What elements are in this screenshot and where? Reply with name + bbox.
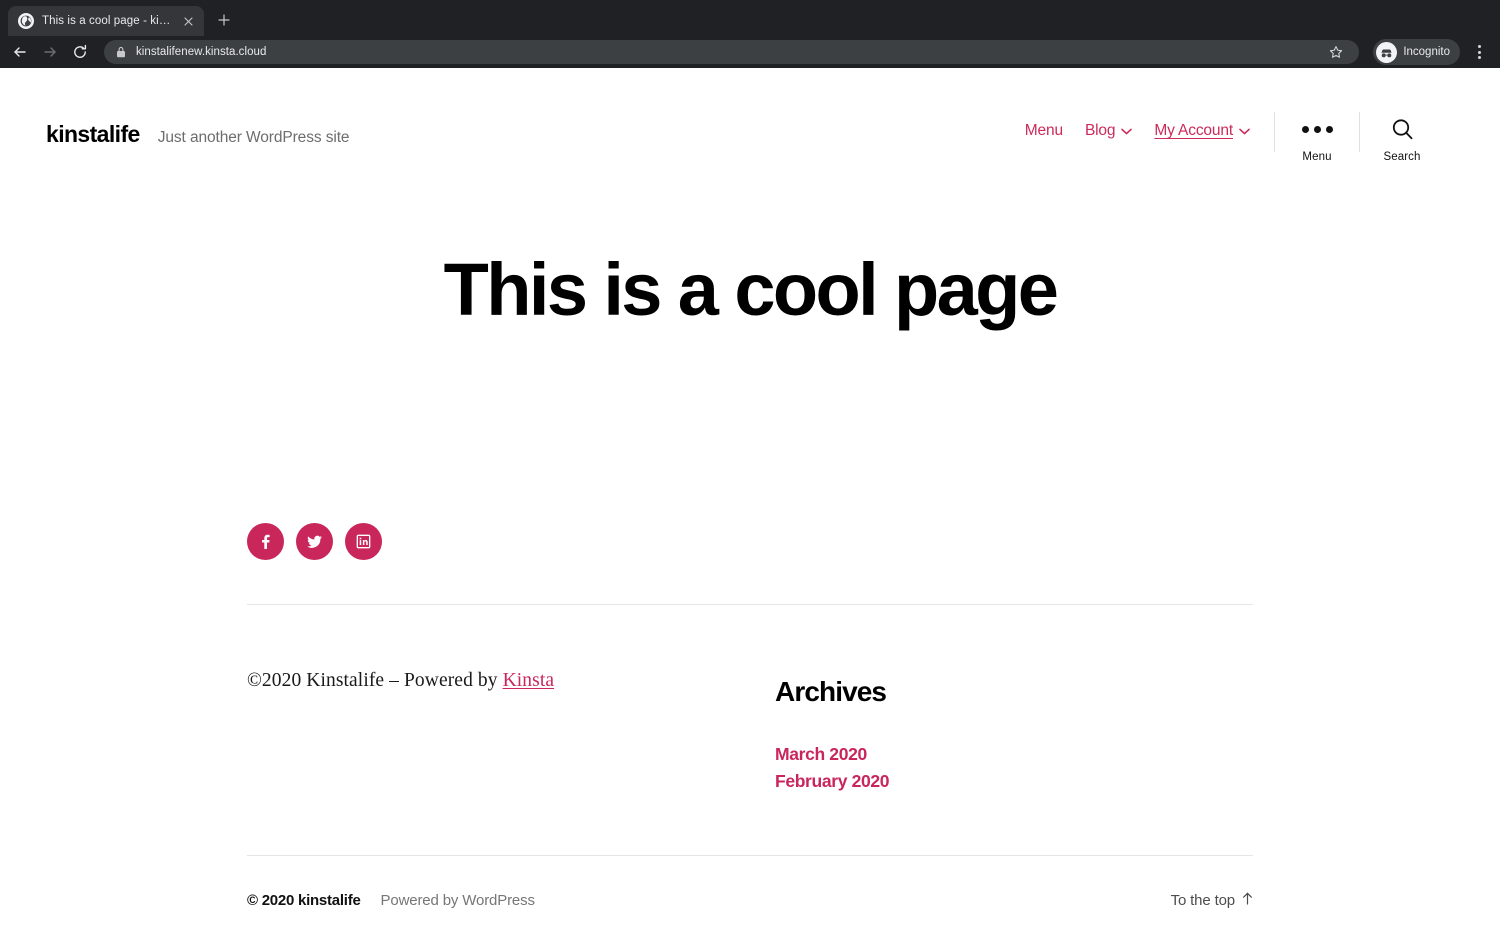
list-item: March 2020 xyxy=(775,744,1253,765)
site-title[interactable]: kinstalife xyxy=(46,121,140,148)
browser-toolbar: kinstalifenew.kinsta.cloud Incognito xyxy=(0,36,1500,68)
browser-chrome: This is a cool page - kinstalife xyxy=(0,0,1500,68)
incognito-spy-icon xyxy=(1376,41,1398,63)
reload-icon[interactable] xyxy=(66,38,94,66)
footer-widget-area: ©2020 Kinstalife – Powered by Kinsta Arc… xyxy=(0,670,1500,798)
nav-item-blog[interactable]: Blog xyxy=(1084,122,1133,140)
tab-strip: This is a cool page - kinstalife xyxy=(0,0,1500,36)
plus-icon[interactable] xyxy=(210,6,238,34)
nav-item-label: Blog xyxy=(1084,122,1116,139)
footer-divider xyxy=(247,854,1253,856)
footer-copyright: © 2020 kinstalife xyxy=(247,891,361,909)
globe-icon xyxy=(18,13,34,29)
site-header: kinstalife Just another WordPress site M… xyxy=(0,68,1500,163)
linkedin-icon[interactable] xyxy=(345,522,382,560)
menu-toggle-button[interactable]: Menu xyxy=(1275,106,1359,163)
archives-list: March 2020 February 2020 xyxy=(775,744,1253,792)
footer-credit-text: ©2020 Kinstalife – Powered by xyxy=(247,669,503,691)
archives-widget: Archives March 2020 February 2020 xyxy=(775,670,1253,798)
chevron-down-icon xyxy=(1121,122,1133,140)
search-toggle-button[interactable]: Search xyxy=(1360,106,1444,163)
site-branding: kinstalife Just another WordPress site xyxy=(46,106,350,148)
list-item: February 2020 xyxy=(775,771,1253,792)
primary-navigation: Menu Blog My Account xyxy=(1025,106,1274,140)
powered-by-wordpress-link[interactable]: Powered by WordPress xyxy=(381,892,535,909)
entry-header: This is a cool page xyxy=(0,163,1500,329)
search-toggle-label: Search xyxy=(1383,151,1421,163)
page-viewport: kinstalife Just another WordPress site M… xyxy=(0,68,1500,938)
site-footer: © 2020 kinstalife Powered by WordPress T… xyxy=(0,892,1500,909)
content-divider xyxy=(247,603,1253,605)
social-links xyxy=(0,522,1500,560)
twitter-icon[interactable] xyxy=(296,522,333,560)
address-bar[interactable]: kinstalifenew.kinsta.cloud xyxy=(104,39,1360,65)
arrow-up-icon xyxy=(1242,892,1253,909)
kinsta-link[interactable]: Kinsta xyxy=(503,670,555,691)
footer-left: © 2020 kinstalife Powered by WordPress xyxy=(247,892,535,909)
site-tagline: Just another WordPress site xyxy=(157,129,350,146)
nav-item-menu[interactable]: Menu xyxy=(1025,122,1063,140)
nav-item-my-account[interactable]: My Account xyxy=(1154,122,1250,140)
forward-arrow-icon xyxy=(36,38,64,66)
to-the-top-label: To the top xyxy=(1170,891,1236,909)
browser-tab[interactable]: This is a cool page - kinstalife xyxy=(8,6,204,36)
close-icon[interactable] xyxy=(180,13,196,29)
archive-link-february-2020[interactable]: February 2020 xyxy=(775,771,889,791)
header-right: Menu Blog My Account Menu Search xyxy=(1025,106,1444,163)
chevron-down-icon xyxy=(1239,122,1250,140)
star-icon[interactable] xyxy=(1323,39,1349,65)
lock-icon xyxy=(116,46,126,58)
page-title: This is a cool page xyxy=(443,248,1059,331)
url-text: kinstalifenew.kinsta.cloud xyxy=(136,46,267,58)
incognito-indicator[interactable]: Incognito xyxy=(1373,39,1460,65)
to-the-top-link[interactable]: To the top xyxy=(1171,892,1253,909)
incognito-label: Incognito xyxy=(1403,46,1450,58)
kebab-menu-icon[interactable] xyxy=(1466,39,1492,65)
archive-link-march-2020[interactable]: March 2020 xyxy=(775,744,867,764)
footer-credit: ©2020 Kinstalife – Powered by Kinsta xyxy=(247,670,775,692)
facebook-icon[interactable] xyxy=(247,522,284,560)
three-dots-icon xyxy=(1301,116,1333,142)
nav-item-label: My Account xyxy=(1154,122,1233,139)
tab-title: This is a cool page - kinstalife xyxy=(42,15,172,27)
search-icon xyxy=(1390,116,1415,142)
nav-item-label: Menu xyxy=(1024,122,1063,139)
back-arrow-icon[interactable] xyxy=(6,38,34,66)
archives-title: Archives xyxy=(775,675,887,707)
menu-toggle-label: Menu xyxy=(1302,151,1332,163)
